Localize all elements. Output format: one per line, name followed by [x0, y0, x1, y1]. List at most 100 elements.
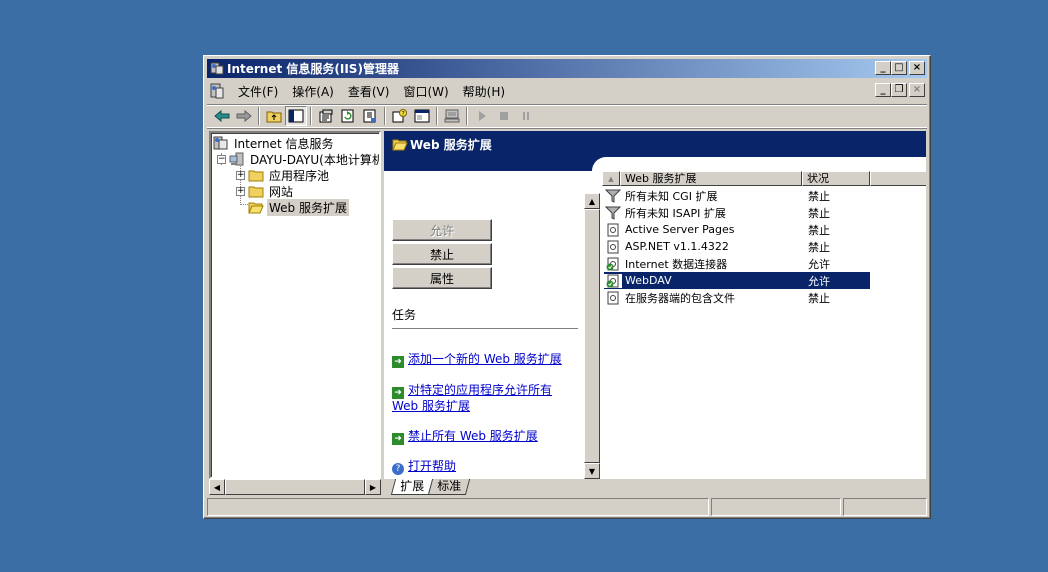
tree-server-label: DAYU-DAYU(本地计算机) [250, 152, 381, 167]
computer-icon[interactable] [441, 106, 463, 126]
toolbar-separator [384, 107, 386, 125]
tree-item-label: Web 服务扩展 [267, 198, 349, 216]
console-tree[interactable]: Internet 信息服务 − DAYU-DAYU(本地计算机) + 应用程序池… [209, 131, 381, 479]
properties-icon[interactable] [315, 106, 337, 126]
scroll-left-button[interactable]: ◀ [209, 479, 225, 495]
tree-horizontal-scrollbar[interactable]: ◀ ▶ [209, 479, 381, 495]
status-bar [207, 498, 927, 516]
toolbar: ? [207, 104, 927, 128]
task-panel: 允许 禁止 属性 任务 ➜ 添加一个新的 Web 服务扩展 ➜ 对特定的应用程序允许… [384, 171, 584, 479]
details-pane: Web 服务扩展 允许 禁止 属性 任务 ➜ 添加一个新的 Web 服务扩展 ➜ 对… [384, 131, 926, 479]
allow-all-for-app-link[interactable]: 对特定的应用程序允许所有 Web 服务扩展 [392, 383, 552, 413]
prohibit-all-link[interactable]: 禁止所有 Web 服务扩展 [408, 429, 538, 443]
view-tabs: 扩展 标准 [384, 479, 926, 495]
banner-curve [384, 157, 926, 171]
forward-arrow-icon[interactable] [233, 106, 255, 126]
export-icon[interactable] [359, 106, 381, 126]
green-arrow-icon: ➜ [392, 356, 404, 368]
tree-server[interactable]: − DAYU-DAYU(本地计算机) [217, 151, 381, 167]
folder-open-icon [248, 202, 264, 214]
filter-icon [604, 189, 622, 203]
tab-extended-label: 扩展 [400, 479, 425, 493]
list-row[interactable]: Active Server Pages 禁止 [604, 221, 870, 238]
mdi-restore-button[interactable]: ❐ [891, 83, 907, 97]
extension-doc-icon [604, 223, 622, 237]
tree-item-web-service-extensions[interactable]: Web 服务扩展 [248, 198, 349, 216]
properties-button[interactable]: 属性 [392, 267, 492, 289]
iis-app-icon [210, 62, 224, 75]
expand-toggle[interactable]: + [236, 170, 245, 180]
open-help-link[interactable]: 打开帮助 [408, 459, 456, 473]
tab-extended[interactable]: 扩展 [390, 479, 434, 495]
back-arrow-icon[interactable] [211, 106, 233, 126]
tree-item-label: 应用程序池 [269, 168, 330, 183]
green-arrow-icon: ➜ [392, 387, 404, 399]
refresh-icon[interactable] [337, 106, 359, 126]
stop-icon[interactable] [493, 106, 515, 126]
play-icon[interactable] [471, 106, 493, 126]
tree-root-label: Internet 信息服务 [234, 136, 334, 151]
tasks-heading: 任务 [392, 308, 417, 322]
list-row[interactable]: 在服务器端的包含文件 禁止 [604, 289, 870, 306]
prohibit-button[interactable]: 禁止 [392, 243, 492, 265]
extension-doc-icon [604, 291, 622, 305]
list-row[interactable]: Internet 数据连接器 允许 [604, 255, 870, 272]
tree-item-app-pools[interactable]: + 应用程序池 [236, 167, 331, 183]
collapse-toggle[interactable]: − [217, 154, 226, 164]
tree-item-websites[interactable]: + 网站 [236, 183, 295, 199]
tab-standard[interactable]: 标准 [427, 479, 471, 495]
list-row[interactable]: ASP.NET v1.1.4322 禁止 [604, 238, 870, 255]
up-folder-icon[interactable] [263, 106, 285, 126]
window-title: Internet 信息服务(IIS)管理器 [227, 62, 399, 76]
extension-status: 禁止 [808, 291, 830, 305]
add-extension-link[interactable]: 添加一个新的 Web 服务扩展 [408, 352, 562, 366]
menu-window[interactable]: 窗口(W) [396, 83, 455, 100]
allowed-extension-icon [604, 257, 622, 271]
help-icon[interactable]: ? [389, 106, 411, 126]
column-header-status[interactable]: 状况 [802, 171, 870, 186]
scroll-thumb[interactable] [584, 209, 600, 463]
tree-item-label: 网站 [269, 184, 294, 199]
tasks-divider [392, 328, 578, 330]
status-cell [711, 498, 841, 516]
extension-status: 禁止 [808, 206, 830, 220]
menu-file[interactable]: 文件(F) [231, 83, 285, 100]
sort-indicator-icon[interactable]: ▲ [602, 171, 620, 186]
mdi-close-button[interactable]: × [909, 83, 925, 97]
column-header-name[interactable]: Web 服务扩展 [620, 171, 802, 186]
list-row[interactable]: WebDAV 允许 [604, 272, 870, 289]
menu-view[interactable]: 查看(V) [341, 83, 397, 100]
extension-name: ASP.NET v1.1.4322 [625, 240, 729, 253]
task-allow-all-for-app: ➜ 对特定的应用程序允许所有 Web 服务扩展 [392, 383, 578, 413]
list-row[interactable]: 所有未知 CGI 扩展 禁止 [604, 187, 870, 204]
extensions-list[interactable]: ▲ Web 服务扩展 状况 所有未知 CGI 扩展 禁止 所有未知 ISAPI 扩展… [602, 171, 926, 479]
list-row[interactable]: 所有未知 ISAPI 扩展 禁止 [604, 204, 870, 221]
scroll-right-button[interactable]: ▶ [365, 479, 381, 495]
filter-icon [604, 206, 622, 220]
extension-doc-icon [604, 240, 622, 254]
mdi-child-icon[interactable] [209, 83, 225, 99]
show-tree-icon[interactable] [285, 106, 307, 126]
svg-text:?: ? [402, 111, 405, 118]
iis-root-icon [213, 136, 228, 150]
expand-toggle[interactable]: + [236, 186, 245, 196]
mdi-minimize-button[interactable]: _ [875, 83, 891, 97]
scroll-thumb[interactable] [225, 479, 365, 495]
iis-manager-window: Internet 信息服务(IIS)管理器 _ □ × 文件(F) 操作(A) … [203, 55, 931, 519]
toolbar-separator [436, 107, 438, 125]
scroll-down-button[interactable]: ▼ [584, 463, 600, 479]
console-icon[interactable] [411, 106, 433, 126]
menu-help[interactable]: 帮助(H) [456, 83, 512, 100]
scroll-up-button[interactable]: ▲ [584, 193, 600, 209]
allow-button[interactable]: 允许 [392, 219, 492, 241]
title-bar[interactable]: Internet 信息服务(IIS)管理器 _ □ × [207, 59, 927, 78]
extension-name: Active Server Pages [625, 223, 735, 236]
pause-icon[interactable] [515, 106, 537, 126]
maximize-button[interactable]: □ [891, 61, 907, 75]
close-button[interactable]: × [909, 61, 925, 75]
task-vertical-scrollbar[interactable]: ▲ ▼ [584, 193, 600, 479]
task-prohibit-all: ➜ 禁止所有 Web 服务扩展 [392, 429, 578, 445]
tree-root[interactable]: Internet 信息服务 [213, 135, 335, 151]
menu-action[interactable]: 操作(A) [285, 83, 341, 100]
minimize-button[interactable]: _ [875, 61, 891, 75]
